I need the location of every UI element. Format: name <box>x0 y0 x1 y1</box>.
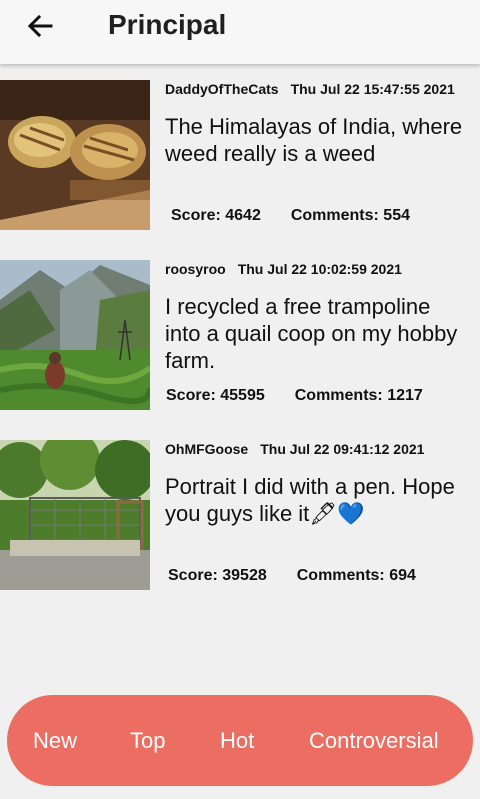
post-meta: OhMFGoose Thu Jul 22 09:41:12 2021 <box>165 441 424 457</box>
post-meta: roosyroo Thu Jul 22 10:02:59 2021 <box>165 261 402 277</box>
tab-top[interactable]: Top <box>130 695 165 786</box>
bottom-tab-bar: New Top Hot Controversial <box>7 695 473 786</box>
post-stats: Score: 45595 Comments: 1217 <box>166 387 423 405</box>
back-button[interactable] <box>22 8 58 44</box>
food-photo-image <box>0 80 150 230</box>
post-date: Thu Jul 22 10:02:59 2021 <box>237 261 402 277</box>
tab-new[interactable]: New <box>33 695 77 786</box>
tab-hot[interactable]: Hot <box>220 695 254 786</box>
app-bar: Principal <box>0 0 480 64</box>
post-author[interactable]: OhMFGoose <box>165 441 248 457</box>
post-score: Score: 45595 <box>166 387 265 404</box>
post-meta: DaddyOfTheCats Thu Jul 22 15:47:55 2021 <box>165 81 455 97</box>
post-comments[interactable]: Comments: 694 <box>297 567 416 584</box>
post-comments[interactable]: Comments: 554 <box>291 207 410 224</box>
pen-emoji-icon: 🖋 <box>309 501 338 526</box>
post-stats: Score: 4642 Comments: 554 <box>171 207 410 225</box>
post-comments[interactable]: Comments: 1217 <box>295 387 423 404</box>
post-thumbnail[interactable] <box>0 440 150 590</box>
post-title[interactable]: The Himalayas of India, where weed reall… <box>165 113 470 167</box>
page-title: Principal <box>108 9 227 40</box>
garden-photo-image <box>0 440 150 590</box>
post-item[interactable]: roosyroo Thu Jul 22 10:02:59 2021 I recyc… <box>0 260 480 410</box>
blue-heart-emoji-icon: 💙 <box>337 501 365 526</box>
mountain-photo-image <box>0 260 150 410</box>
post-thumbnail[interactable] <box>0 80 150 230</box>
post-author[interactable]: DaddyOfTheCats <box>165 81 279 97</box>
arrow-left-icon <box>27 14 53 38</box>
post-score: Score: 39528 <box>168 567 267 584</box>
post-title[interactable]: I recycled a free trampoline into a quai… <box>165 293 470 374</box>
post-title[interactable]: Portrait I did with a pen. Hope you guys… <box>165 473 470 527</box>
post-stats: Score: 39528 Comments: 694 <box>168 567 416 585</box>
post-thumbnail[interactable] <box>0 260 150 410</box>
post-author[interactable]: roosyroo <box>165 261 226 277</box>
post-date: Thu Jul 22 15:47:55 2021 <box>290 81 455 97</box>
post-date: Thu Jul 22 09:41:12 2021 <box>260 441 425 457</box>
post-item[interactable]: OhMFGoose Thu Jul 22 09:41:12 2021 Portra… <box>0 440 480 590</box>
post-score: Score: 4642 <box>171 207 261 224</box>
post-item[interactable]: DaddyOfTheCats Thu Jul 22 15:47:55 2021 T… <box>0 80 480 230</box>
tab-controversial[interactable]: Controversial <box>309 695 439 786</box>
